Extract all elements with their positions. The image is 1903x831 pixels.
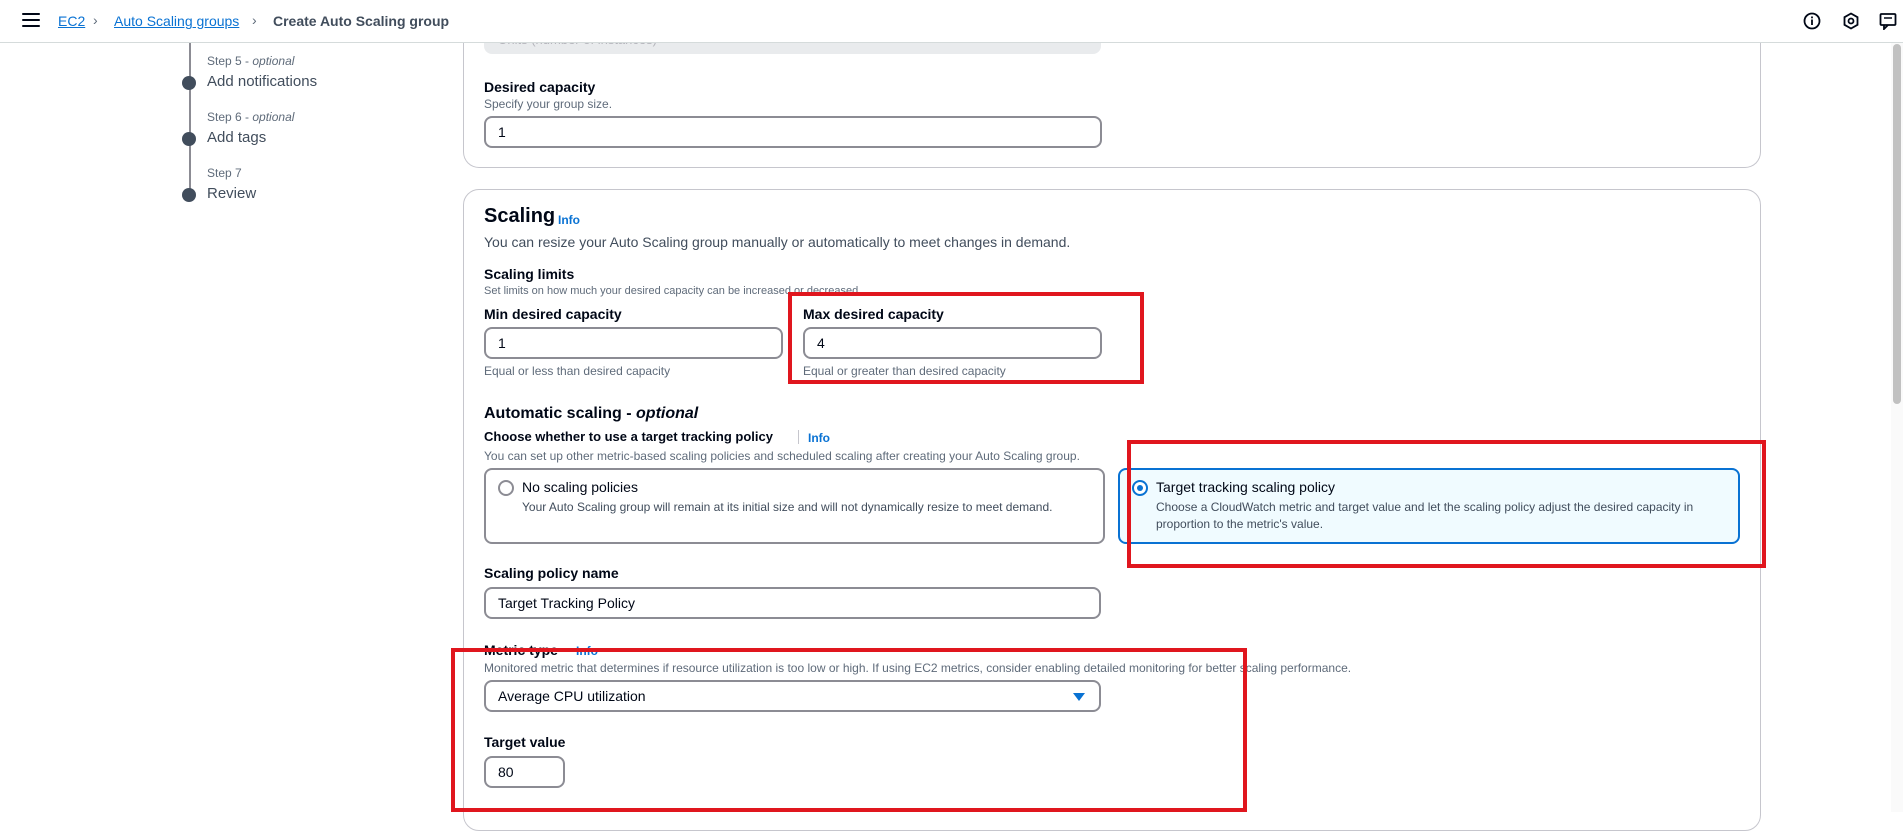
step-name: Review — [207, 185, 257, 202]
scaling-heading: Scaling — [484, 205, 556, 227]
scaling-description: You can resize your Auto Scaling group m… — [484, 234, 1071, 250]
automatic-scaling-heading: Automatic scaling - optional — [484, 405, 699, 422]
breadcrumb-separator: › — [93, 12, 98, 28]
breadcrumb-ec2[interactable]: EC2 — [58, 13, 85, 29]
breadcrumb-separator: › — [252, 12, 257, 28]
desired-capacity-description: Specify your group size. — [484, 97, 613, 111]
top-navigation: EC2 › Auto Scaling groups › Create Auto … — [0, 0, 1903, 43]
option-description: Choose a CloudWatch metric and target va… — [1156, 500, 1694, 531]
metric-type-label: Metric type — [484, 642, 558, 658]
max-desired-capacity-input[interactable]: 4 — [803, 327, 1102, 359]
option-description: Your Auto Scaling group will remain at i… — [522, 500, 1053, 514]
option-no-scaling-policies[interactable]: No scaling policies Your Auto Scaling gr… — [484, 468, 1105, 544]
step-name: Add tags — [207, 129, 267, 146]
option-title: Target tracking scaling policy — [1156, 479, 1335, 495]
info-circle-icon[interactable] — [1803, 12, 1821, 30]
scaling-policy-name-label: Scaling policy name — [484, 565, 619, 581]
radio-no-scaling[interactable] — [498, 480, 514, 496]
desired-capacity-label: Desired capacity — [484, 79, 596, 95]
scaling-limits-description: Set limits on how much your desired capa… — [484, 285, 862, 297]
target-tracking-choice-description: You can set up other metric-based scalin… — [484, 449, 1080, 463]
target-value-label: Target value — [484, 734, 566, 750]
steps-connector-line — [189, 42, 191, 192]
scrollbar-thumb[interactable] — [1893, 44, 1901, 404]
max-desired-capacity-label: Max desired capacity — [803, 306, 944, 322]
label-divider — [798, 430, 799, 444]
scaling-policy-name-input[interactable]: Target Tracking Policy — [484, 587, 1101, 619]
target-tracking-choice-label: Choose whether to use a target tracking … — [484, 429, 773, 444]
metric-type-selected-value: Average CPU utilization — [498, 688, 646, 704]
max-desired-capacity-hint: Equal or greater than desired capacity — [803, 364, 1006, 378]
min-desired-capacity-hint: Equal or less than desired capacity — [484, 364, 671, 378]
option-target-tracking-policy[interactable]: Target tracking scaling policy Choose a … — [1118, 468, 1740, 544]
option-title: No scaling policies — [522, 479, 638, 495]
target-value-input[interactable]: 80 — [484, 756, 565, 788]
menu-icon[interactable] — [22, 13, 40, 29]
step-name: Add notifications — [207, 73, 318, 90]
caret-down-icon — [1073, 693, 1085, 701]
metric-type-description: Monitored metric that determines if reso… — [484, 661, 1352, 675]
scaling-limits-label: Scaling limits — [484, 266, 575, 282]
target-tracking-info-link[interactable]: Info — [808, 431, 830, 445]
step-number: Step 5 - optional — [207, 54, 295, 68]
min-desired-capacity-input[interactable]: 1 — [484, 327, 783, 359]
metric-type-select[interactable]: Average CPU utilization — [484, 680, 1101, 712]
step-dot — [182, 188, 196, 202]
scaling-info-link[interactable]: Info — [558, 213, 580, 227]
settings-hex-icon[interactable] — [1842, 12, 1860, 30]
step-number: Step 6 - optional — [207, 110, 295, 124]
metric-type-info-link[interactable]: Info — [576, 644, 598, 658]
step-dot — [182, 76, 196, 90]
min-desired-capacity-label: Min desired capacity — [484, 306, 622, 322]
breadcrumb-auto-scaling-groups[interactable]: Auto Scaling groups — [114, 13, 239, 29]
desired-capacity-input[interactable]: 1 — [484, 116, 1102, 148]
feedback-icon[interactable] — [1879, 12, 1897, 30]
breadcrumb-current-page: Create Auto Scaling group — [273, 13, 450, 29]
step-dot — [182, 132, 196, 146]
radio-target-tracking[interactable] — [1132, 480, 1148, 496]
step-number: Step 7 — [207, 166, 242, 180]
